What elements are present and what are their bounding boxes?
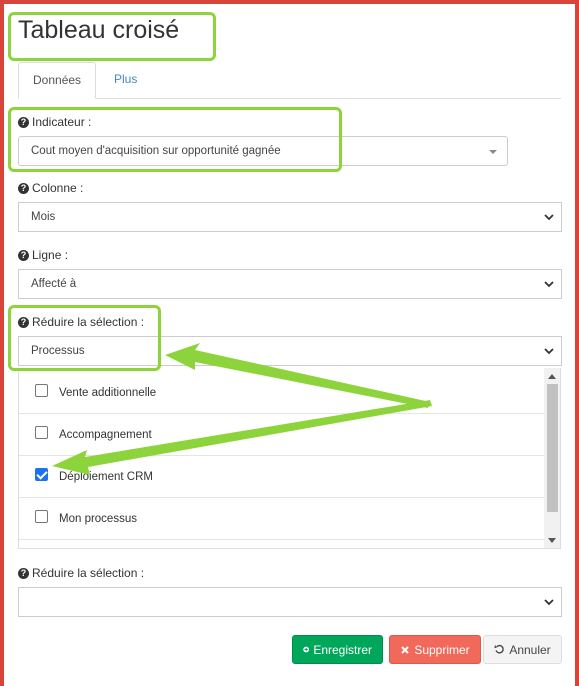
reduce-selection-options-list[interactable]: Vente additionnelle Accompagnement Déplo… xyxy=(18,368,561,549)
row-label: ? Ligne : xyxy=(18,248,68,262)
column-label: ? Colonne : xyxy=(18,181,83,195)
reduce-selection-2-select[interactable] xyxy=(18,587,562,617)
reduce-selection-value: Processus xyxy=(31,345,85,357)
tab-donnees[interactable]: Données xyxy=(18,62,97,99)
reduce-selection-label: ? Réduire la sélection : xyxy=(18,315,144,329)
help-icon[interactable]: ? xyxy=(18,567,29,579)
help-icon[interactable]: ? xyxy=(18,182,29,194)
delete-button-label: Supprimer xyxy=(414,642,470,657)
page-title: Tableau croisé xyxy=(18,16,180,44)
tab-bar: Données Plus xyxy=(18,62,561,99)
help-icon[interactable]: ? xyxy=(18,116,29,128)
column-label-text: Colonne : xyxy=(32,181,84,195)
list-item[interactable]: Mon processus xyxy=(19,498,544,540)
chevron-down-icon xyxy=(544,214,554,221)
tab-plus[interactable]: Plus xyxy=(100,62,151,99)
list-item-label: Déploiement CRM xyxy=(59,470,153,483)
checkbox[interactable] xyxy=(35,510,48,523)
reduce-selection-select[interactable]: Processus xyxy=(18,336,562,366)
list-scrollbar[interactable] xyxy=(544,368,560,548)
list-item[interactable]: Accompagnement xyxy=(19,414,544,456)
checkbox-checked[interactable] xyxy=(35,468,48,481)
save-button[interactable]: Enregistrer xyxy=(292,635,383,664)
help-icon[interactable]: ? xyxy=(18,249,29,261)
reduce-selection-2-label: ? Réduire la sélection : xyxy=(18,566,144,580)
indicator-label-text: Indicateur : xyxy=(32,115,92,129)
chevron-down-icon xyxy=(544,281,554,288)
indicator-value: Cout moyen d'acquisition sur opportunité… xyxy=(31,145,281,157)
list-item[interactable]: Déploiement CRM xyxy=(19,456,544,498)
list-item-label: Accompagnement xyxy=(59,428,152,441)
reduce-selection-label-text: Réduire la sélection : xyxy=(32,315,145,329)
delete-button[interactable]: Supprimer xyxy=(389,635,481,664)
list-item[interactable]: Vente additionnelle xyxy=(19,372,544,414)
cancel-button[interactable]: Annuler xyxy=(483,635,562,664)
cancel-button-label: Annuler xyxy=(509,642,551,657)
checkbox[interactable] xyxy=(35,384,48,397)
plus-circle-icon xyxy=(303,646,310,653)
indicator-select[interactable]: Cout moyen d'acquisition sur opportunité… xyxy=(18,136,508,166)
scroll-up-icon[interactable] xyxy=(548,374,556,379)
list-item-label: Mon processus xyxy=(59,512,137,525)
row-value: Affecté à xyxy=(31,278,77,290)
chevron-down-icon xyxy=(544,348,554,355)
scrollbar-thumb[interactable] xyxy=(547,384,558,512)
dropdown-caret-icon xyxy=(489,150,497,154)
checkbox[interactable] xyxy=(35,426,48,439)
undo-icon xyxy=(494,644,505,654)
close-icon xyxy=(401,645,410,654)
chevron-down-icon xyxy=(544,599,554,606)
help-icon[interactable]: ? xyxy=(18,316,29,328)
scroll-down-icon[interactable] xyxy=(548,538,556,543)
row-label-text: Ligne : xyxy=(32,248,69,262)
row-select[interactable]: Affecté à xyxy=(18,269,562,299)
reduce-selection-2-label-text: Réduire la sélection : xyxy=(32,566,145,580)
indicator-label: ? Indicateur : xyxy=(18,115,91,129)
save-button-label: Enregistrer xyxy=(313,642,372,657)
column-value: Mois xyxy=(31,211,56,223)
column-select[interactable]: Mois xyxy=(18,202,562,232)
list-item-label: Vente additionnelle xyxy=(59,386,157,399)
